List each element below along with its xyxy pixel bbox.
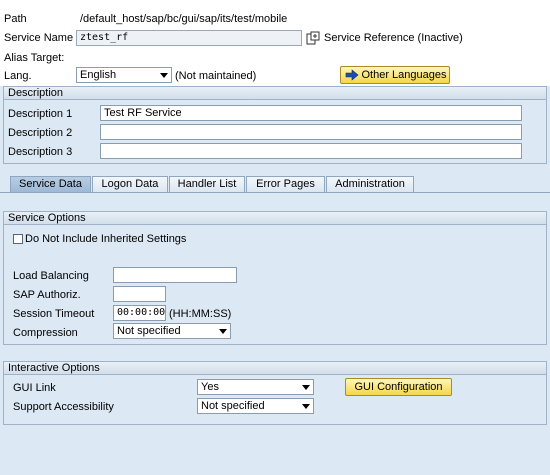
- gui-configuration-button[interactable]: GUI Configuration: [345, 378, 452, 396]
- tab-handler-list[interactable]: Handler List: [169, 176, 245, 193]
- path-value: /default_host/sap/bc/gui/sap/its/test/mo…: [80, 13, 288, 25]
- chevron-down-icon: [219, 329, 227, 334]
- session-timeout-format: (HH:MM:SS): [169, 308, 232, 320]
- support-accessibility-label: Support Accessibility: [13, 401, 114, 413]
- load-balancing-label: Load Balancing: [13, 270, 89, 282]
- compression-label: Compression: [13, 327, 78, 339]
- interactive-options-title: Interactive Options: [8, 362, 100, 374]
- sap-authoriz-input[interactable]: [113, 286, 166, 302]
- service-options-header: Service Options: [3, 211, 547, 225]
- service-reference-icon[interactable]: [306, 31, 320, 45]
- lang-label: Lang.: [4, 70, 32, 82]
- tab-strip-divider: [0, 192, 550, 193]
- gui-configuration-label: GUI Configuration: [354, 381, 443, 393]
- chevron-down-icon: [302, 404, 310, 409]
- arrow-right-icon: [345, 69, 359, 81]
- inherit-settings-checkbox[interactable]: [13, 234, 23, 244]
- session-timeout-label: Session Timeout: [13, 308, 95, 320]
- compression-select-value: Not specified: [117, 325, 181, 337]
- lang-status: (Not maintained): [175, 70, 257, 82]
- chevron-down-icon: [160, 73, 168, 78]
- service-reference-text: Service Reference (Inactive): [324, 32, 463, 44]
- service-name-field[interactable]: ztest_rf: [76, 30, 302, 46]
- gui-link-select[interactable]: Yes: [197, 379, 314, 395]
- interactive-options-header: Interactive Options: [3, 361, 547, 375]
- service-options-title: Service Options: [8, 212, 86, 224]
- lang-select[interactable]: English: [76, 67, 172, 83]
- path-label: Path: [4, 13, 27, 25]
- compression-select[interactable]: Not specified: [113, 323, 231, 339]
- description-title: Description: [8, 87, 64, 99]
- tab-administration[interactable]: Administration: [326, 176, 414, 193]
- tab-logon-data[interactable]: Logon Data: [92, 176, 168, 193]
- tab-service-data[interactable]: Service Data: [10, 176, 91, 193]
- service-name-label: Service Name: [4, 32, 74, 44]
- description-1-input[interactable]: Test RF Service: [100, 105, 522, 121]
- support-accessibility-select[interactable]: Not specified: [197, 398, 314, 414]
- support-accessibility-select-value: Not specified: [201, 400, 265, 412]
- lang-select-value: English: [80, 69, 117, 81]
- gui-link-select-value: Yes: [201, 381, 219, 393]
- description-section-header: Description: [3, 86, 547, 100]
- tab-error-pages[interactable]: Error Pages: [246, 176, 325, 193]
- load-balancing-input[interactable]: [113, 267, 237, 283]
- session-timeout-input[interactable]: 00:00:00: [113, 305, 166, 321]
- description-2-label: Description 2: [8, 127, 73, 139]
- description-1-label: Description 1: [8, 108, 73, 120]
- inherit-settings-label: Do Not Include Inherited Settings: [25, 233, 187, 245]
- description-2-input[interactable]: [100, 124, 522, 140]
- description-3-label: Description 3: [8, 146, 73, 158]
- description-3-input[interactable]: [100, 143, 522, 159]
- gui-link-label: GUI Link: [13, 382, 56, 394]
- alias-target-label: Alias Target:: [4, 52, 65, 64]
- other-languages-label: Other Languages: [361, 69, 447, 81]
- sap-authoriz-label: SAP Authoriz.: [13, 289, 81, 301]
- chevron-down-icon: [302, 385, 310, 390]
